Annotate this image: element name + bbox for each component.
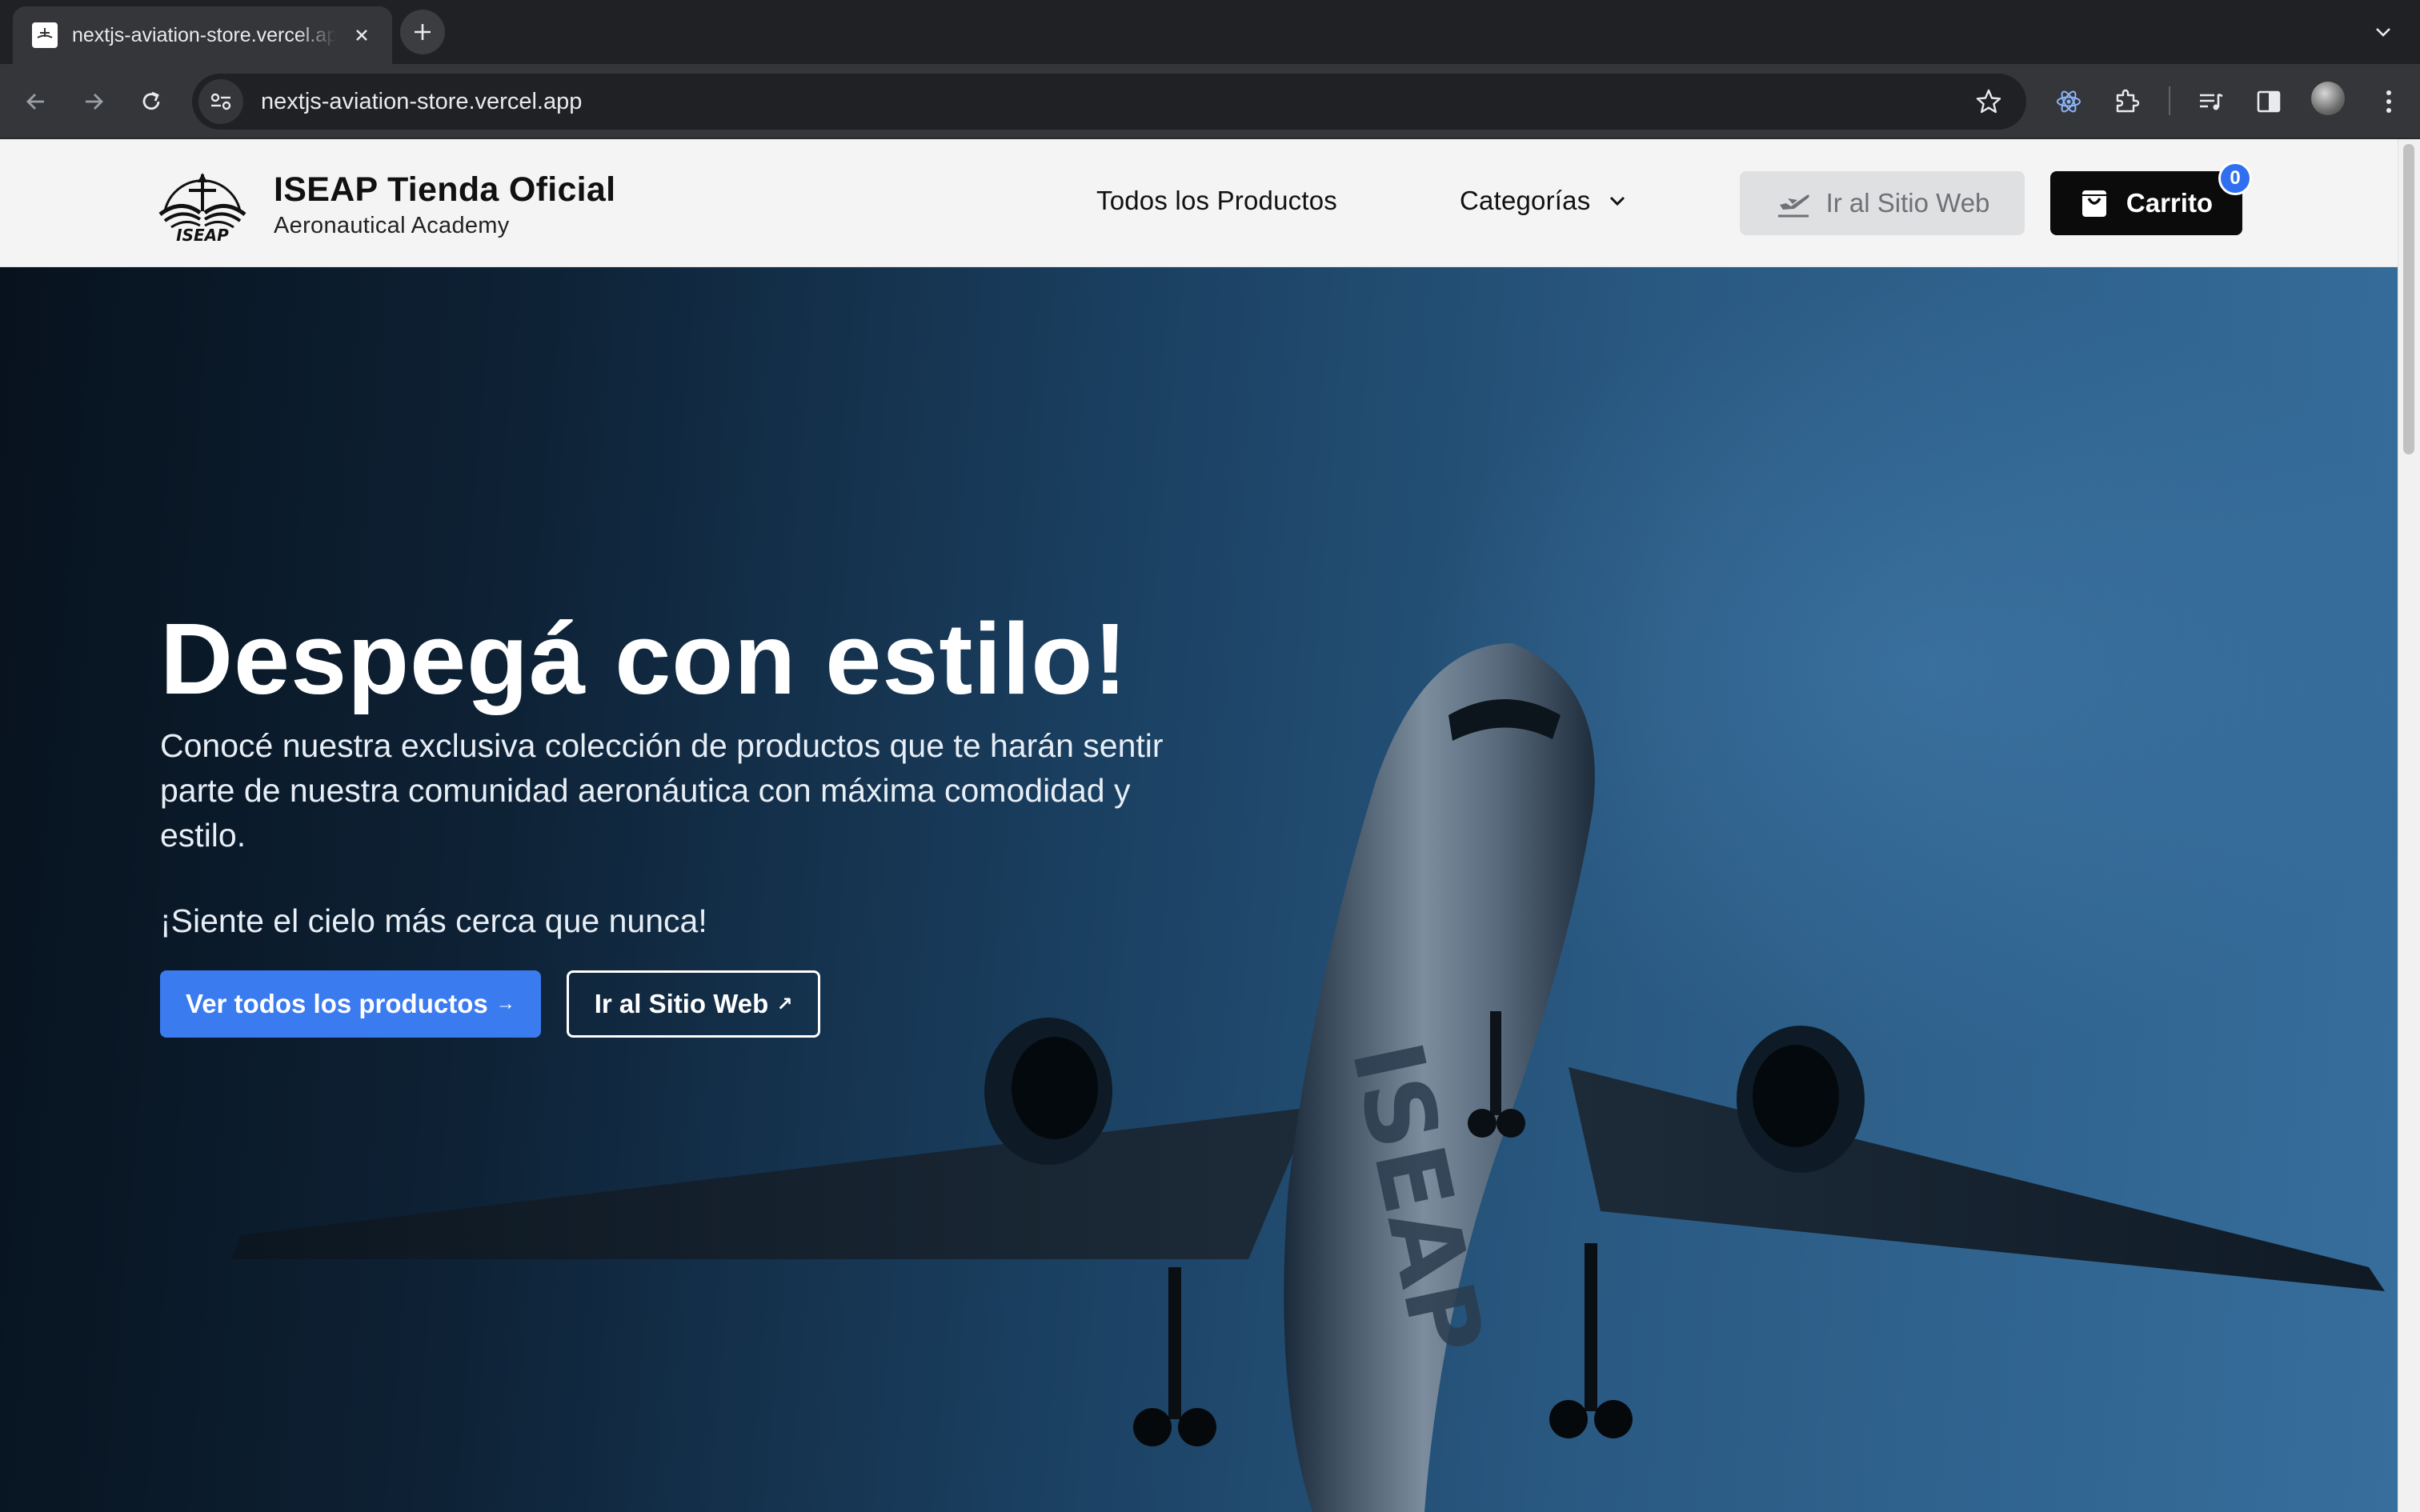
go-to-website-button[interactable]: Ir al Sitio Web bbox=[1740, 171, 2025, 235]
nav-categories-label: Categorías bbox=[1460, 186, 1591, 215]
plus-icon bbox=[415, 24, 431, 40]
view-all-products-button[interactable]: Ver todos los productos → bbox=[160, 970, 541, 1038]
hero-title: Despegá con estilo! bbox=[160, 602, 1128, 715]
airplane-takeoff-icon bbox=[1777, 194, 1809, 218]
nav-categories-dropdown[interactable]: Categorías bbox=[1460, 186, 1627, 216]
reload-icon bbox=[142, 91, 160, 110]
hero-carousel: ISEAP Despegá con estilo! Conocé nuestra… bbox=[0, 267, 2398, 1512]
arrow-right-icon: → bbox=[495, 993, 515, 1015]
media-controls-icon[interactable] bbox=[2191, 82, 2231, 122]
go-to-website-label: Ir al Sitio Web bbox=[1825, 188, 1990, 218]
bookmark-star-icon[interactable] bbox=[1969, 82, 2009, 122]
shopping-bag-icon bbox=[2081, 190, 2106, 217]
brand-subtitle: Aeronautical Academy bbox=[274, 213, 510, 238]
browser-toolbar: nextjs-aviation-store.vercel.app bbox=[0, 64, 2420, 139]
cart-button[interactable]: Carrito bbox=[2050, 171, 2242, 235]
chrome-menu-icon[interactable] bbox=[2369, 82, 2409, 122]
chevron-down-icon bbox=[2376, 28, 2390, 37]
hero-go-to-website-button[interactable]: Ir al Sitio Web ↗ bbox=[566, 970, 821, 1038]
nav-all-products-link[interactable]: Todos los Productos bbox=[1096, 186, 1337, 216]
side-panel-icon[interactable] bbox=[2249, 82, 2289, 122]
new-tab-button[interactable] bbox=[400, 10, 445, 54]
site-header: ISEAP ISEAP Tienda Oficial Aeronautical … bbox=[0, 139, 2398, 267]
hero-description: Conocé nuestra exclusiva colección de pr… bbox=[160, 727, 1164, 854]
chevron-down-icon bbox=[1610, 196, 1625, 206]
forward-button[interactable] bbox=[74, 82, 114, 122]
close-tab-icon[interactable] bbox=[347, 21, 376, 50]
page-viewport: ISEAP ISEAP Tienda Oficial Aeronautical … bbox=[0, 139, 2420, 1512]
scrollbar-thumb[interactable] bbox=[2403, 144, 2414, 454]
cart-count-badge: 0 bbox=[2218, 162, 2252, 195]
address-bar[interactable]: nextjs-aviation-store.vercel.app bbox=[192, 74, 2026, 130]
reload-button[interactable] bbox=[131, 82, 171, 122]
site-settings-icon[interactable] bbox=[198, 79, 243, 124]
hero-content: Despegá con estilo! Conocé nuestra exclu… bbox=[160, 606, 1200, 1038]
site-favicon-icon bbox=[32, 22, 58, 48]
profile-avatar[interactable] bbox=[2311, 82, 2345, 115]
view-all-products-label: Ver todos los productos bbox=[186, 989, 488, 1019]
cart-label: Carrito bbox=[2126, 188, 2214, 218]
back-button[interactable] bbox=[16, 82, 56, 122]
hero-actions: Ver todos los productos → Ir al Sitio We… bbox=[160, 970, 1200, 1038]
browser-tab[interactable]: nextjs-aviation-store.vercel.app bbox=[13, 6, 392, 64]
toolbar-separator bbox=[2169, 86, 2170, 115]
react-devtools-extension-icon[interactable] bbox=[2049, 82, 2089, 122]
hero-go-to-website-label: Ir al Sitio Web bbox=[594, 989, 769, 1019]
url-text[interactable]: nextjs-aviation-store.vercel.app bbox=[261, 89, 582, 115]
hero-tagline: ¡Siente el cielo más cerca que nunca! bbox=[160, 902, 707, 940]
arrow-left-icon bbox=[26, 94, 44, 110]
nav-all-products-label: Todos los Productos bbox=[1096, 186, 1337, 215]
brand-text: ISEAP Tienda Oficial Aeronautical Academ… bbox=[274, 170, 615, 239]
iseap-logo-icon: ISEAP bbox=[158, 173, 246, 243]
brand-title: ISEAP Tienda Oficial bbox=[274, 170, 616, 209]
external-link-arrow-icon: ↗ bbox=[776, 993, 793, 1015]
extensions-puzzle-icon[interactable] bbox=[2106, 82, 2146, 122]
brand-link[interactable]: ISEAP ISEAP Tienda Oficial Aeronautical … bbox=[157, 166, 615, 243]
svg-text:ISEAP: ISEAP bbox=[176, 226, 229, 243]
tab-search-button[interactable] bbox=[2366, 14, 2401, 50]
tab-title: nextjs-aviation-store.vercel.app bbox=[72, 23, 336, 46]
arrow-right-icon bbox=[86, 94, 103, 110]
browser-tabstrip: nextjs-aviation-store.vercel.app bbox=[0, 0, 2420, 64]
page-scrollbar[interactable] bbox=[2398, 139, 2420, 1512]
